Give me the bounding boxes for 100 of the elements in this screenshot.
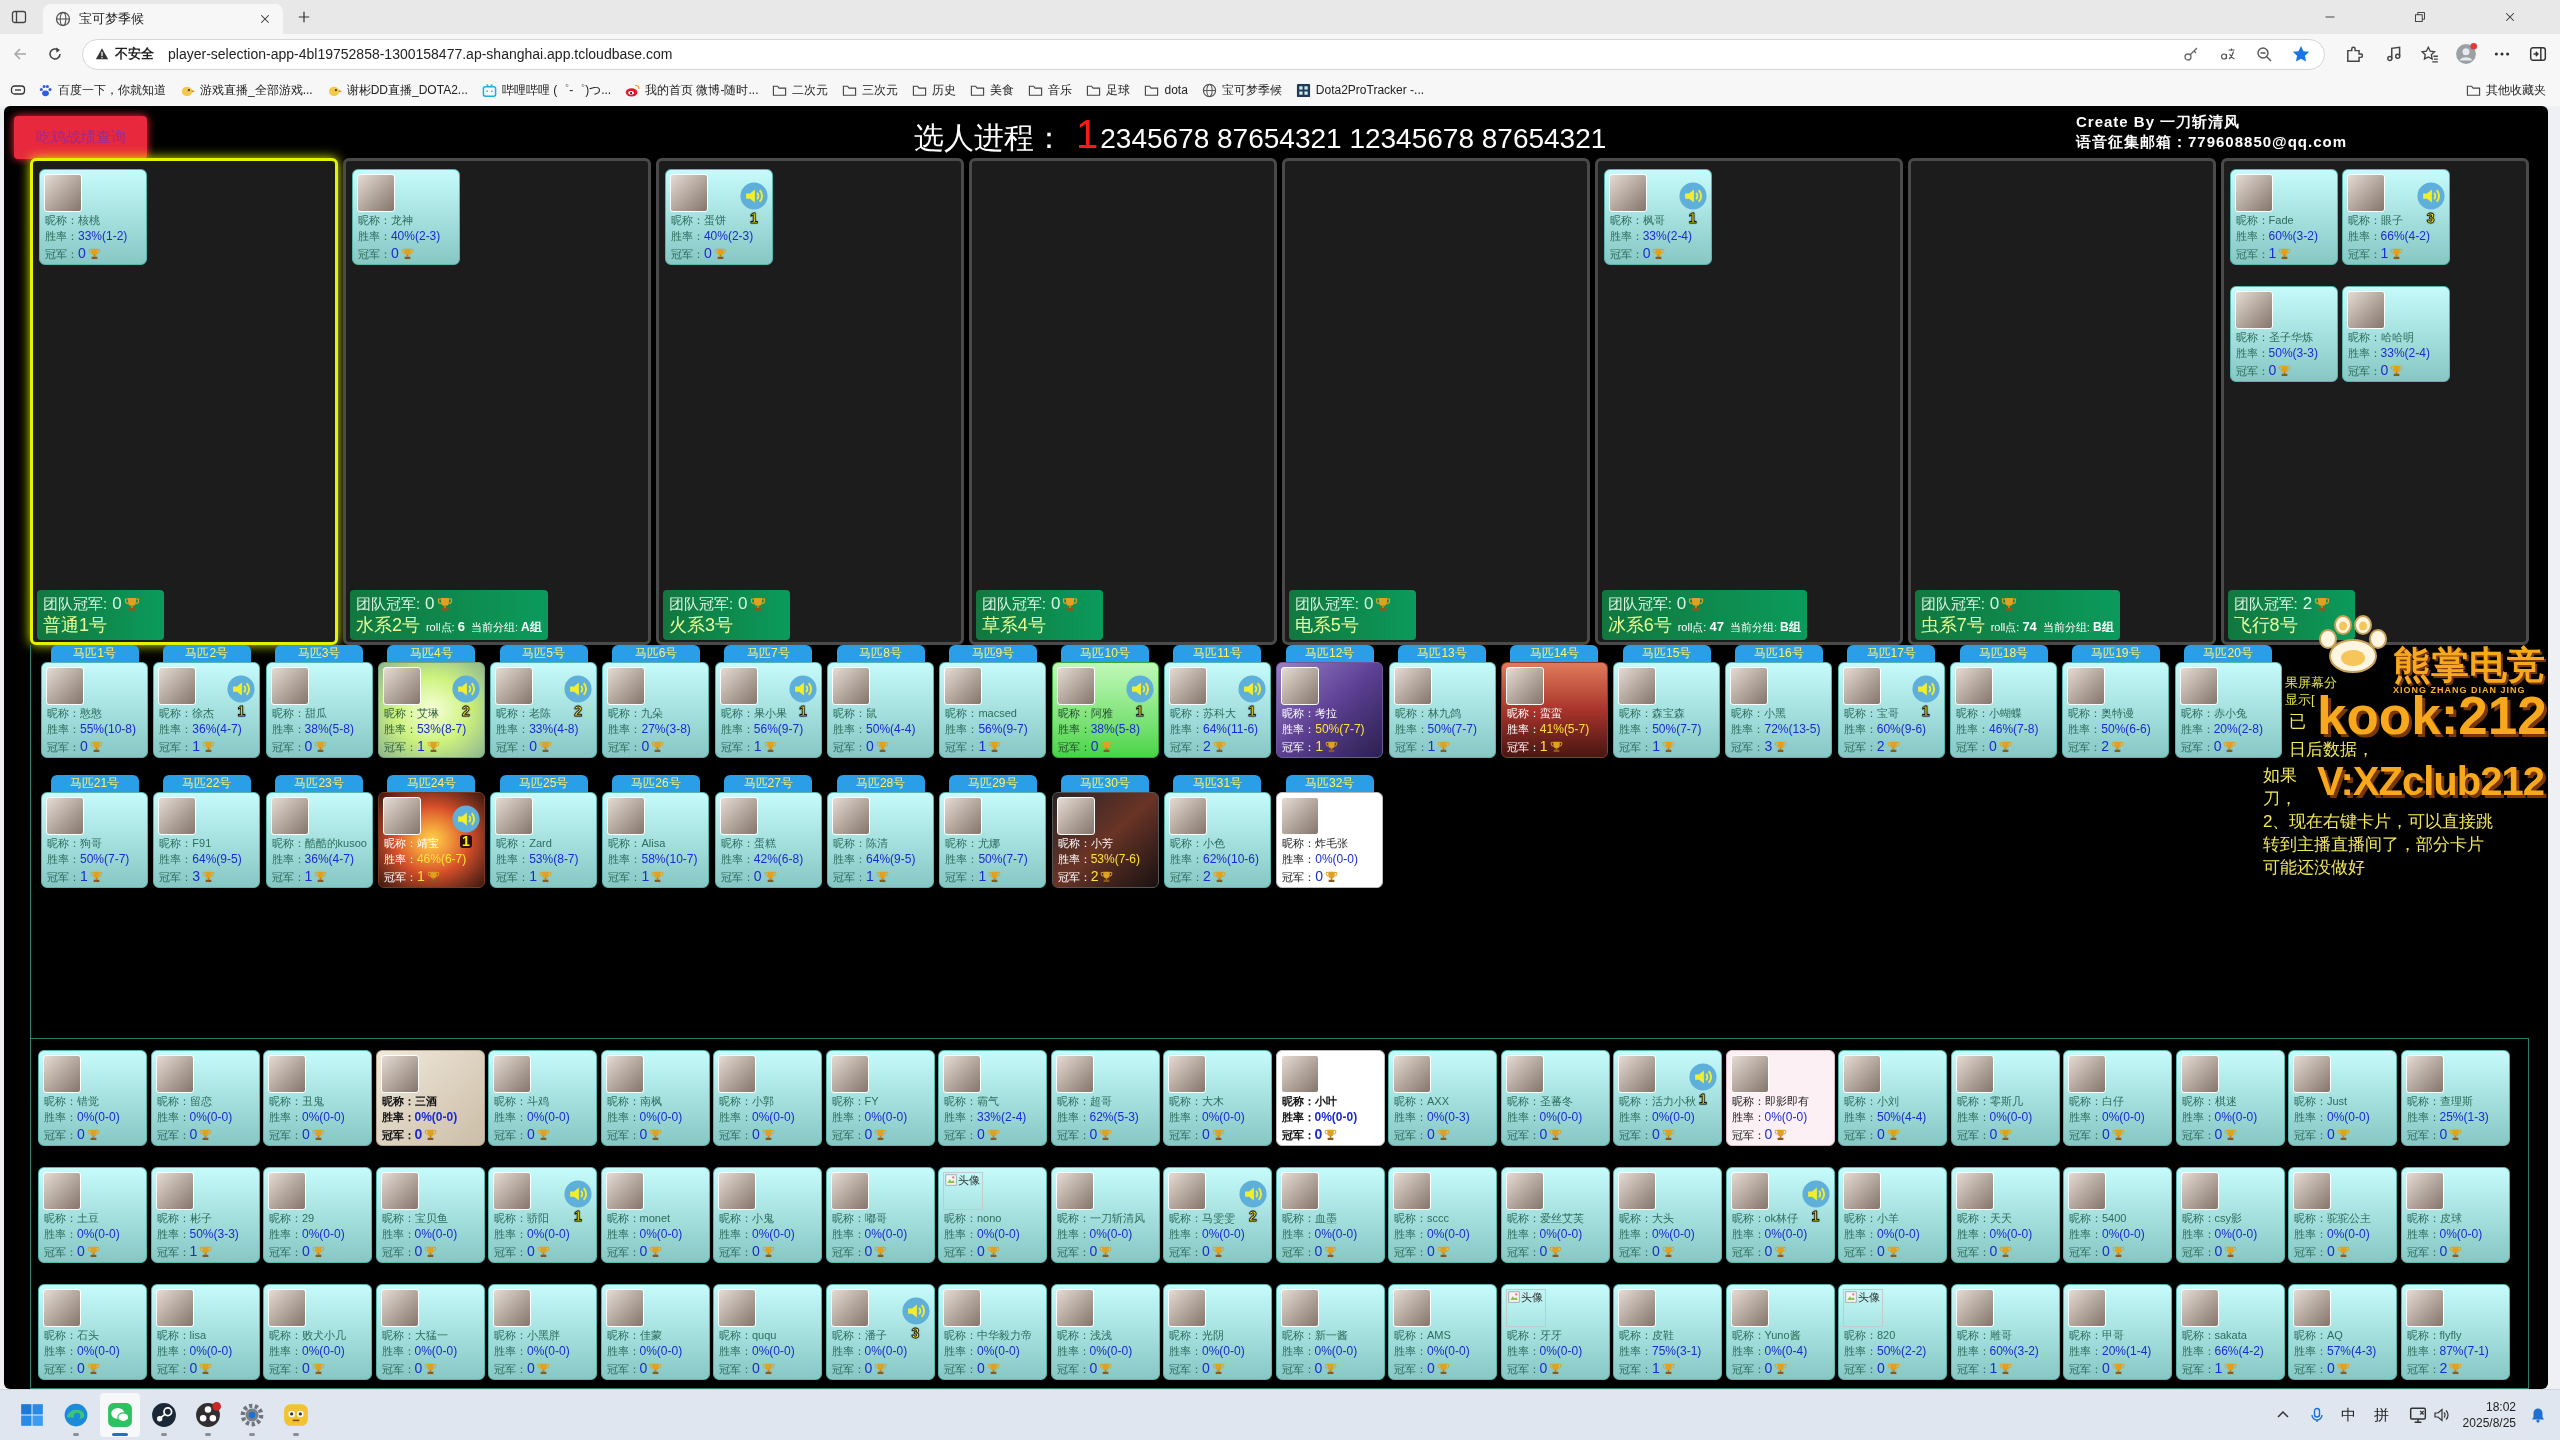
player-card[interactable]: 昵称：九朵 胜率：27%(3-8) 冠军：0 — [602, 662, 710, 758]
bookmark-link[interactable]: 足球 — [1086, 81, 1131, 99]
bookmark-link[interactable]: 谢彬DD直播_DOTA2... — [326, 81, 468, 99]
player-card[interactable]: 昵称：陈清 胜率：64%(9-5) 冠军：1 — [827, 792, 935, 888]
team-panel[interactable]: 团队冠军: 0 虫系7号 roll点: 74 当前分组: B组 — [1907, 158, 2217, 645]
team-panel[interactable]: 昵称：Fade 胜率：60%(3-2) 冠军：1 昵称：眼子 胜率：66%(4-2) 冠军：1 3 昵称：圣子华炼 胜率：50%(3-3) 冠军：0 昵称：哈哈明 胜率：33%(2-4) 冠军：0 团队冠军: 2 飞行8号 — [2220, 158, 2529, 645]
player-card[interactable]: 昵称：炸毛张 胜率：0%(0-0) 冠军：0 — [1276, 792, 1384, 888]
zoom-out-icon[interactable] — [2256, 46, 2272, 62]
player-card[interactable]: 昵称：土豆 胜率：0%(0-0) 冠军：0 — [38, 1167, 147, 1263]
tab-list-icon[interactable] — [11, 9, 27, 25]
player-card[interactable]: 昵称：艾琳 胜率：53%(8-7) 冠军：1 2 — [377, 662, 485, 758]
player-card[interactable]: 昵称：徐杰 胜率：36%(4-7) 冠军：1 1 — [153, 662, 261, 758]
player-card[interactable]: 昵称：驼驼公主 胜率：0%(0-0) 冠军：0 — [2288, 1167, 2397, 1263]
reload-icon[interactable] — [47, 46, 63, 62]
player-card[interactable]: 昵称：光阴 胜率：0%(0-0) 冠军：0 — [1163, 1284, 1272, 1380]
player-card[interactable]: 昵称：眼子 胜率：66%(4-2) 冠军：1 3 — [2341, 169, 2450, 265]
player-card[interactable]: 昵称：圣蕃冬 胜率：0%(0-0) 冠军：0 — [1500, 1050, 1610, 1146]
team-panel[interactable]: 团队冠军: 0 草系4号 — [968, 158, 1278, 645]
player-card[interactable]: 昵称：macsed 胜率：56%(9-7) 冠军：1 — [939, 662, 1047, 758]
player-card[interactable]: 昵称：错觉 胜率：0%(0-0) 冠军：0 — [38, 1050, 147, 1146]
bookmark-link[interactable]: Dota2ProTracker -... — [1295, 81, 1425, 99]
bookmark-link[interactable]: dota — [1144, 81, 1188, 99]
sidebar-icon[interactable] — [2529, 45, 2547, 63]
player-card[interactable]: 昵称：F91 胜率：64%(9-5) 冠军：3 — [153, 792, 261, 888]
bookmark-link[interactable]: 音乐 — [1028, 81, 1073, 99]
player-card[interactable]: 昵称：血墨 胜率：0%(0-0) 冠军：0 — [1275, 1167, 1385, 1263]
player-card[interactable]: 昵称：小羊 胜率：0%(0-0) 冠军：0 — [1838, 1167, 1947, 1263]
player-card[interactable]: 昵称：超哥 胜率：62%(5-3) 冠军：0 — [1050, 1050, 1160, 1146]
player-card[interactable]: 昵称：赤小兔 胜率：20%(2-8) 冠军：0 — [2174, 662, 2282, 758]
player-card[interactable]: 昵称：枫哥 胜率：33%(2-4) 冠军：0 1 — [1603, 169, 1712, 265]
team-panel[interactable]: 昵称：蛋饼 胜率：40%(2-3) 冠军：0 1 团队冠军: 0 火系3号 — [655, 158, 965, 645]
favorites-icon[interactable] — [2421, 45, 2439, 63]
bookmark-link[interactable]: 美食 — [970, 81, 1015, 99]
profile-icon[interactable] — [2455, 43, 2477, 65]
player-card[interactable]: 昵称：零斯几 胜率：0%(0-0) 冠军：0 — [1950, 1050, 2060, 1146]
player-card[interactable]: 昵称：靖宝 胜率：46%(6-7) 冠军：1 1 — [377, 792, 485, 888]
player-card[interactable]: 昵称：蛮蛮 胜率：41%(5-7) 冠军：1 — [1500, 662, 1608, 758]
player-card[interactable]: 昵称：甲哥 胜率：20%(1-4) 冠军：0 — [2063, 1284, 2172, 1380]
player-card[interactable]: 昵称：小蝴蝶 胜率：46%(7-8) 冠军：0 — [1950, 662, 2058, 758]
player-card[interactable]: 昵称：新一酱 胜率：0%(0-0) 冠军：0 — [1275, 1284, 1385, 1380]
player-card[interactable]: 昵称：阿雅 胜率：38%(5-8) 冠军：0 1 — [1051, 662, 1159, 758]
player-card[interactable]: 昵称：憨憨 胜率：55%(10-8) 冠军：0 — [41, 662, 148, 758]
bookmark-link[interactable]: 宝可梦季候 — [1201, 81, 1282, 99]
bookmark-link[interactable]: 我的首页 微博-随时... — [625, 81, 759, 99]
team-panel[interactable]: 昵称：核桃 胜率：33%(1-2) 冠军：0 团队冠军: 0 普通1号 — [30, 158, 339, 645]
player-card[interactable]: 昵称：Zard 胜率：53%(8-7) 冠军：1 — [490, 792, 598, 888]
player-card[interactable]: 昵称：皮鞋 胜率：75%(3-1) 冠军：1 — [1613, 1284, 1722, 1380]
security-label[interactable]: 不安全 — [115, 44, 154, 64]
player-card[interactable]: 昵称：留恋 胜率：0%(0-0) 冠军：0 — [150, 1050, 260, 1146]
player-card[interactable]: 昵称：南枫 胜率：0%(0-0) 冠军：0 — [600, 1050, 710, 1146]
bookmark-link[interactable]: 其他收藏夹 — [2466, 81, 2546, 99]
player-card[interactable]: 昵称：中华毅力帝 胜率：0%(0-0) 冠军：0 — [938, 1284, 1047, 1380]
player-card[interactable]: 昵称：即影即有 胜率：0%(0-0) 冠军：0 — [1725, 1050, 1835, 1146]
player-card[interactable]: 昵称：大猛一 胜率：0%(0-0) 冠军：0 — [375, 1284, 485, 1380]
bookmark-link[interactable]: 三次元 — [842, 81, 899, 99]
player-card[interactable]: 昵称：sccc 胜率：0%(0-0) 冠军：0 — [1388, 1167, 1497, 1263]
player-card[interactable]: 昵称：小色 胜率：62%(10-6) 冠军：2 — [1163, 792, 1271, 888]
puzzle-icon[interactable] — [2345, 45, 2363, 63]
player-card[interactable]: 昵称：苏科大 胜率：64%(11-6) 冠军：2 1 — [1163, 662, 1271, 758]
close-icon[interactable] — [2504, 11, 2516, 23]
browser-tab[interactable]: 宝可梦季候 — [43, 4, 283, 34]
player-card[interactable]: 昵称：monet 胜率：0%(0-0) 冠军：0 — [600, 1167, 710, 1263]
ime-mode-button[interactable]: 中 — [2340, 1403, 2356, 1427]
bookmark-link[interactable]: 二次元 — [772, 81, 829, 99]
player-card[interactable]: 昵称：sakata 胜率：66%(4-2) 冠军：1 — [2175, 1284, 2285, 1380]
bookmark-link[interactable]: 历史 — [912, 81, 957, 99]
player-card[interactable]: 昵称：小黑 胜率：72%(13-5) 冠军：3 — [1725, 662, 1833, 758]
player-card[interactable]: 昵称：flyfly 胜率：87%(7-1) 冠军：2 — [2400, 1284, 2510, 1380]
player-card[interactable]: 昵称：骄阳 胜率：0%(0-0) 冠军：0 1 — [488, 1167, 597, 1263]
player-card[interactable]: 昵称：FY 胜率：0%(0-0) 冠军：0 — [825, 1050, 935, 1146]
volume-icon[interactable] — [2432, 1407, 2449, 1423]
player-card[interactable]: 昵称：小黑胖 胜率：0%(0-0) 冠军：0 — [488, 1284, 597, 1380]
player-card[interactable]: 昵称：龙神 胜率：40%(2-3) 冠军：0 — [351, 169, 460, 265]
bookmark-link[interactable]: 百度一下，你就知道 — [38, 81, 166, 99]
player-card[interactable]: 昵称：奥特谩 胜率：50%(6-6) 冠军：2 — [2062, 662, 2170, 758]
player-card[interactable]: 昵称：尤娜 胜率：50%(7-7) 冠军：1 — [939, 792, 1047, 888]
player-card[interactable]: 头像 昵称：nono 胜率：0%(0-0) 冠军：0 — [938, 1167, 1047, 1263]
team-panel[interactable]: 昵称：枫哥 胜率：33%(2-4) 冠军：0 1 团队冠军: 0 冰系6号 roll点: 47 当前分组: B组 — [1594, 158, 1904, 645]
player-card[interactable]: 昵称：浅浅 胜率：0%(0-0) 冠军：0 — [1050, 1284, 1160, 1380]
player-card[interactable]: 昵称：大木 胜率：0%(0-0) 冠军：0 — [1163, 1050, 1272, 1146]
player-card[interactable]: 昵称：小鬼 胜率：0%(0-0) 冠军：0 — [713, 1167, 822, 1263]
media-icon[interactable] — [2385, 45, 2403, 63]
player-card[interactable]: 昵称：5400 胜率：0%(0-0) 冠军：0 — [2063, 1167, 2172, 1263]
bookmark-link[interactable]: 哔哩哔哩 (゜-゜)つ... — [481, 81, 612, 99]
player-card[interactable]: 昵称：哈哈明 胜率：33%(2-4) 冠军：0 — [2341, 286, 2450, 382]
player-card[interactable]: 昵称：Alisa 胜率：58%(10-7) 冠军：1 — [602, 792, 710, 888]
player-card[interactable]: 昵称：嘟哥 胜率：0%(0-0) 冠军：0 — [825, 1167, 935, 1263]
player-card[interactable]: 昵称：森宝森 胜率：50%(7-7) 冠军：1 — [1613, 662, 1721, 758]
microphone-icon[interactable] — [2308, 1407, 2325, 1423]
player-card[interactable]: 昵称：佳蒙 胜率：0%(0-0) 冠军：0 — [600, 1284, 710, 1380]
restore-icon[interactable] — [2414, 11, 2426, 23]
display-icon[interactable] — [2408, 1406, 2427, 1424]
player-card[interactable]: 昵称：Just 胜率：0%(0-0) 冠军：0 — [2288, 1050, 2397, 1146]
player-card[interactable]: 昵称：考拉 胜率：50%(7-7) 冠军：1 — [1276, 662, 1384, 758]
ime-name-button[interactable]: 拼 — [2373, 1403, 2389, 1427]
player-card[interactable]: 昵称：大头 胜率：0%(0-0) 冠军：0 — [1613, 1167, 1722, 1263]
clock-date[interactable]: 2025/8/25 — [2462, 1415, 2516, 1431]
player-card[interactable]: 昵称：石头 胜率：0%(0-0) 冠军：0 — [38, 1284, 147, 1380]
player-card[interactable]: 昵称：斗鸡 胜率：0%(0-0) 冠军：0 — [488, 1050, 597, 1146]
player-card[interactable]: 昵称：ok林仔 胜率：0%(0-0) 冠军：0 1 — [1725, 1167, 1835, 1263]
